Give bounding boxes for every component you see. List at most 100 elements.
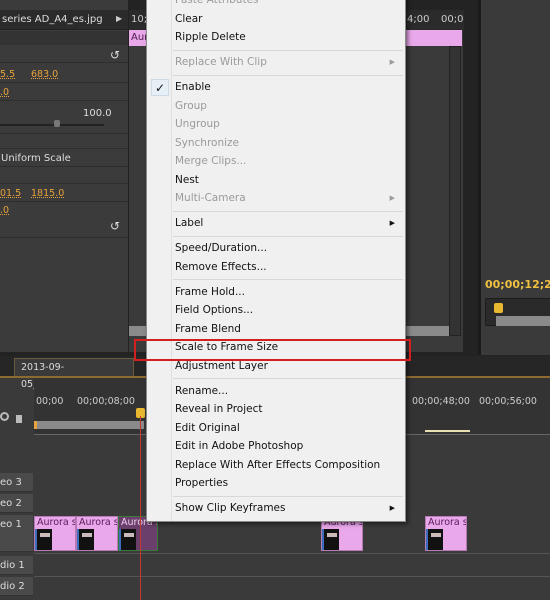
menu-item-group: Group <box>147 97 405 116</box>
menu-item-label: Edit Original <box>175 421 240 434</box>
menu-item-label: Adjustment Layer <box>175 359 268 372</box>
ruler-label: 00;00;56;00 <box>479 396 537 407</box>
mini-ruler-label: 00;0 <box>441 14 464 25</box>
submenu-arrow-icon: ▶ <box>389 58 395 66</box>
position-x[interactable]: 5.5 <box>0 69 15 80</box>
uniform-scale-label: Uniform Scale <box>1 153 71 164</box>
position-y[interactable]: 683.0 <box>31 69 58 80</box>
timeline-tab[interactable]: 2013-09-05_132929.jpg × <box>14 358 134 390</box>
menu-item-clear[interactable]: Clear <box>147 10 405 29</box>
vertical-scrollbar[interactable] <box>449 46 461 336</box>
menu-item-label: Enable <box>175 81 211 93</box>
menu-item-label: Edit in Adobe Photoshop <box>175 440 304 452</box>
play-only-audio-icon[interactable]: ▶ <box>116 14 122 23</box>
ruler-label: 00;00;48;00 <box>412 396 470 407</box>
ruler-label: 00;00;08;00 <box>77 396 135 407</box>
menu-item-reveal-in-project[interactable]: Reveal in Project <box>147 400 405 419</box>
highlight-box <box>134 339 411 361</box>
track-header-video-3[interactable]: eo 3 <box>0 473 33 492</box>
menu-item-replace-with-after-effects-composition[interactable]: Replace With After Effects Composition <box>147 456 405 475</box>
menu-item-ripple-delete[interactable]: Ripple Delete <box>147 28 405 47</box>
playhead-marker-icon[interactable] <box>494 303 503 313</box>
clip-label: Aurora s <box>37 517 76 528</box>
track-label: dio 1 <box>0 560 25 571</box>
menu-item-nest[interactable]: Nest <box>147 171 405 190</box>
menu-item-label: Group <box>175 99 207 112</box>
menu-item-multi-camera: Multi-Camera ▶ <box>147 189 405 208</box>
menu-item-edit-in-adobe-photoshop[interactable]: Edit in Adobe Photoshop <box>147 437 405 456</box>
playhead-line[interactable] <box>140 416 141 600</box>
track-header-video-1[interactable]: eo 1 <box>0 515 33 552</box>
menu-item-remove-effects[interactable]: Remove Effects... <box>147 258 405 277</box>
track-header-audio-2[interactable]: dio 2 <box>0 577 33 596</box>
menu-item-label: Field Options... <box>175 304 254 316</box>
timeline-clip[interactable]: Aurora s <box>425 516 467 551</box>
reset-icon[interactable]: ↺ <box>110 48 120 62</box>
track-label: eo 3 <box>0 477 22 488</box>
menu-item-label: Show Clip Keyframes <box>175 502 286 514</box>
menu-item-edit-original[interactable]: Edit Original <box>147 419 405 438</box>
track-label: eo 2 <box>0 498 22 509</box>
clip-label: Aurora s <box>79 517 118 528</box>
add-marker-icon[interactable] <box>16 415 22 423</box>
menu-item-label[interactable]: Label ▶ <box>147 214 405 233</box>
submenu-arrow-icon: ▶ <box>389 219 395 227</box>
submenu-arrow-icon: ▶ <box>389 194 395 202</box>
track-label: eo 1 <box>0 519 22 530</box>
scale-slider-max: 100.0 <box>83 108 112 119</box>
timeline-clip[interactable]: Aurora s <box>34 516 76 551</box>
menu-item-label: Frame Hold... <box>175 285 245 298</box>
menu-item-enable[interactable]: ✓ Enable <box>147 78 405 97</box>
menu-item-label: Merge Clips... <box>175 155 247 167</box>
menu-item-ungroup: Ungroup <box>147 115 405 134</box>
menu-item-label: Replace With Clip <box>175 56 267 68</box>
anchor-x[interactable]: 01.5 <box>0 188 21 199</box>
menu-item-frame-hold[interactable]: Frame Hold... <box>147 283 405 302</box>
ruler-label: 00;00 <box>36 396 64 407</box>
menu-item-label: Synchronize <box>175 136 240 149</box>
clip-thumbnail <box>426 529 443 550</box>
track-header-audio-1[interactable]: dio 1 <box>0 556 33 575</box>
anchor-y[interactable]: 1815.0 <box>31 188 64 199</box>
checkmark-icon: ✓ <box>151 79 169 96</box>
track-header-video-2[interactable]: eo 2 <box>0 494 33 513</box>
menu-item-synchronize: Synchronize <box>147 134 405 153</box>
menu-item-label: Replace With After Effects Composition <box>175 458 381 471</box>
menu-item-replace-with-clip: Replace With Clip ▶ <box>147 53 405 72</box>
menu-item-field-options[interactable]: Field Options... <box>147 301 405 320</box>
menu-item-speed-duration[interactable]: Speed/Duration... <box>147 239 405 258</box>
timeline-clip[interactable]: Aurora s <box>76 516 118 551</box>
scale-slider[interactable] <box>0 124 104 126</box>
menu-item-frame-blend[interactable]: Frame Blend <box>147 320 405 339</box>
scale-slider-thumb[interactable] <box>54 120 61 127</box>
menu-item-paste-attributes: Paste Attributes <box>147 0 405 10</box>
menu-item-label: Paste Attributes <box>175 0 259 6</box>
menu-item-show-clip-keyframes[interactable]: Show Clip Keyframes ▶ <box>147 499 405 518</box>
menu-item-label: Clear <box>175 12 203 25</box>
menu-item-label: Nest <box>175 173 199 186</box>
scale-value[interactable]: .0 <box>0 87 9 98</box>
menu-item-label: Speed/Duration... <box>175 242 268 254</box>
clip-name: series AD_A4_es.jpg <box>2 14 103 25</box>
menu-item-label: Ungroup <box>175 118 220 130</box>
menu-item-properties[interactable]: Properties <box>147 474 405 493</box>
clip-thumbnail <box>322 529 339 550</box>
submenu-arrow-icon: ▶ <box>389 504 395 512</box>
program-timecode[interactable]: 00;00;12;21 <box>485 278 550 291</box>
menu-item-rename[interactable]: Rename... <box>147 382 405 401</box>
clip-thumbnail <box>77 529 94 550</box>
menu-item-label: Properties <box>175 477 229 489</box>
clip-thumbnail <box>119 529 136 550</box>
clip-label: Aurora s <box>428 517 467 528</box>
effect-controls-panel: series AD_A4_es.jpg ▶ ↺ 5.5 683.0 .0 100… <box>0 0 128 352</box>
mini-ruler-label: 4;00 <box>407 14 430 25</box>
menu-item-label: Ripple Delete <box>175 31 246 43</box>
menu-item-label: Rename... <box>175 384 229 397</box>
context-menu: Paste Attributes Clear Ripple Delete Replac… <box>146 0 406 522</box>
snap-icon[interactable] <box>0 412 9 421</box>
anti-flicker-value[interactable]: .0 <box>0 205 9 216</box>
reset-icon[interactable]: ↺ <box>110 219 120 233</box>
menu-item-label: Reveal in Project <box>175 403 263 415</box>
menu-item-label: Remove Effects... <box>175 260 267 273</box>
work-area-bar[interactable] <box>34 421 144 429</box>
